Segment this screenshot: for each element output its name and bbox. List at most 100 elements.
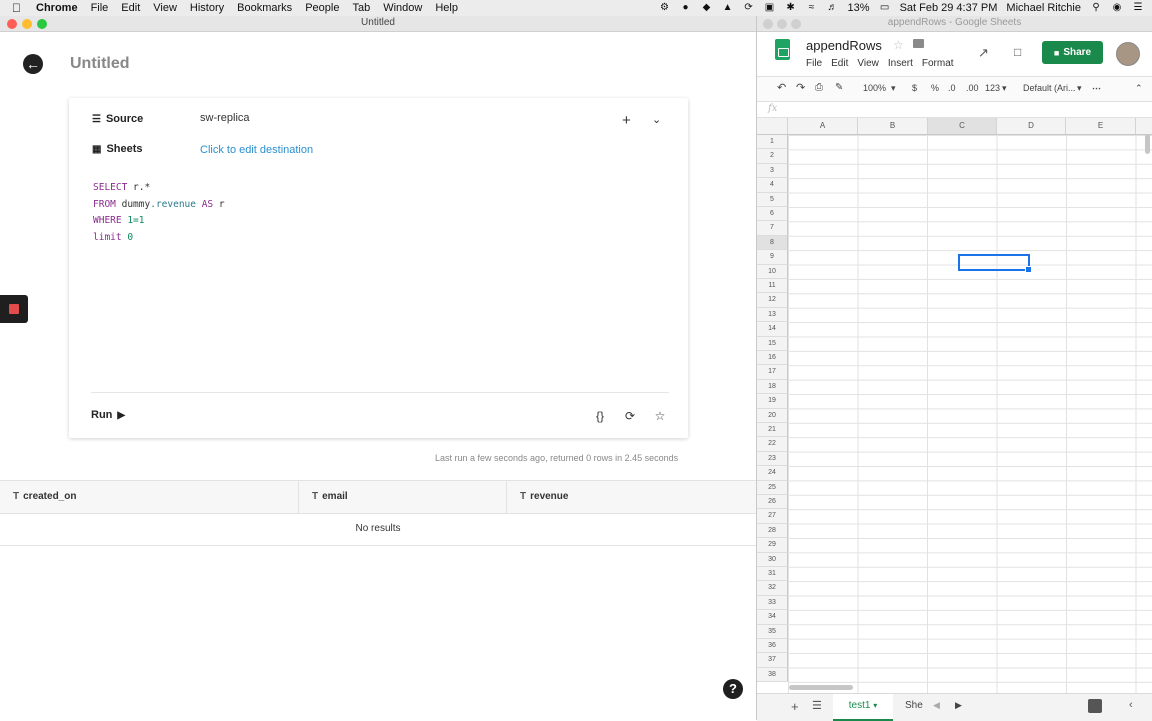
sheets-logo-icon[interactable]: [775, 39, 790, 60]
siri-icon[interactable]: ◉: [1111, 3, 1123, 13]
menu-window[interactable]: Window: [383, 2, 422, 14]
row-header[interactable]: 25: [757, 480, 788, 495]
record-icon[interactable]: ●: [680, 3, 692, 13]
sheets-menu-format[interactable]: Format: [922, 58, 954, 69]
row-header[interactable]: 38: [757, 667, 788, 683]
menu-view[interactable]: View: [153, 2, 177, 14]
number-format-select[interactable]: 123: [985, 83, 1000, 93]
document-title[interactable]: appendRows: [806, 38, 882, 53]
column-header[interactable]: D: [997, 118, 1066, 134]
dropbox-icon[interactable]: ◆: [701, 3, 713, 13]
row-header[interactable]: 18: [757, 379, 788, 395]
airplay-icon[interactable]: ▣: [764, 3, 776, 13]
paint-format-icon[interactable]: ✎: [835, 82, 843, 93]
row-header[interactable]: 23: [757, 451, 788, 467]
row-header[interactable]: 11: [757, 279, 788, 294]
stop-recording-button[interactable]: [0, 295, 28, 323]
selected-cell[interactable]: [958, 254, 1032, 273]
share-button[interactable]: ■ Share: [1042, 41, 1103, 64]
row-header[interactable]: 37: [757, 653, 788, 668]
run-button[interactable]: Run ▶: [91, 409, 125, 421]
back-arrow-button[interactable]: ←: [23, 54, 43, 74]
chevron-down-icon[interactable]: ⌄: [652, 113, 661, 126]
wifi-icon[interactable]: ≈: [806, 3, 818, 13]
edit-destination-link[interactable]: Click to edit destination: [200, 144, 313, 156]
row-header[interactable]: 28: [757, 523, 788, 539]
print-icon[interactable]: ⎙: [815, 82, 823, 93]
all-sheets-icon[interactable]: ☰: [812, 699, 822, 712]
row-header[interactable]: 4: [757, 178, 788, 193]
menu-people[interactable]: People: [305, 2, 339, 14]
row-header[interactable]: 24: [757, 466, 788, 481]
vertical-scrollbar[interactable]: [1145, 134, 1150, 154]
cell-area[interactable]: [788, 135, 1152, 693]
activity-trend-icon[interactable]: ↗: [978, 45, 989, 61]
sheets-menu-view[interactable]: View: [857, 58, 879, 69]
add-icon[interactable]: +: [622, 112, 631, 129]
row-header[interactable]: 36: [757, 639, 788, 654]
help-icon[interactable]: ?: [723, 679, 743, 699]
sheet-tab-other[interactable]: She: [905, 694, 927, 719]
row-header[interactable]: 6: [757, 207, 788, 222]
battery-icon[interactable]: ▭: [879, 3, 891, 13]
sheets-menu-file[interactable]: File: [806, 58, 822, 69]
menu-tab[interactable]: Tab: [352, 2, 370, 14]
chevron-down-icon[interactable]: ▾: [1077, 83, 1082, 94]
sheets-menu-insert[interactable]: Insert: [888, 58, 913, 69]
row-header[interactable]: 14: [757, 322, 788, 337]
menu-file[interactable]: File: [91, 2, 109, 14]
star-icon[interactable]: ☆: [652, 408, 668, 424]
row-header[interactable]: 1: [757, 135, 788, 150]
row-header[interactable]: 9: [757, 250, 788, 265]
chevron-left-icon[interactable]: ‹: [1129, 699, 1133, 711]
column-header[interactable]: A: [788, 118, 858, 134]
row-header[interactable]: 22: [757, 437, 788, 452]
notification-center-icon[interactable]: ☰: [1132, 3, 1144, 13]
row-header[interactable]: 29: [757, 538, 788, 553]
column-header-revenue[interactable]: Trevenue: [507, 481, 756, 513]
star-icon[interactable]: ☆: [893, 38, 904, 52]
row-header[interactable]: 35: [757, 624, 788, 639]
chevron-left-icon[interactable]: ◀: [933, 700, 940, 711]
page-title[interactable]: Untitled: [70, 55, 130, 73]
row-header[interactable]: 21: [757, 423, 788, 438]
formula-bar[interactable]: fx: [757, 101, 1152, 118]
column-header-created-on[interactable]: Tcreated_on: [0, 481, 299, 513]
menu-history[interactable]: History: [190, 2, 224, 14]
spreadsheet-grid[interactable]: A B C D E 1 2 3 4 5 6 7 8 9 10 11 12 13 14 15 16 17 18 19 2…: [757, 118, 1152, 693]
increase-decimal-button[interactable]: .00: [966, 83, 979, 93]
row-header[interactable]: 34: [757, 610, 788, 625]
chevron-right-icon[interactable]: ▶: [955, 700, 962, 711]
column-header[interactable]: C: [928, 118, 997, 134]
row-header[interactable]: 20: [757, 408, 788, 423]
font-family-select[interactable]: Default (Ari...: [1023, 83, 1076, 93]
row-header[interactable]: 2: [757, 149, 788, 164]
row-header[interactable]: 31: [757, 567, 788, 582]
menu-chrome[interactable]: Chrome: [36, 2, 78, 14]
format-braces-icon[interactable]: {}: [592, 408, 608, 424]
bluetooth-icon[interactable]: ✱: [785, 3, 797, 13]
add-sheet-icon[interactable]: +: [791, 699, 799, 714]
percent-format-button[interactable]: %: [931, 83, 939, 93]
refresh-icon[interactable]: ⟳: [622, 408, 638, 424]
horizontal-scrollbar[interactable]: [789, 685, 853, 690]
chevron-down-icon[interactable]: ▾: [891, 83, 896, 94]
zoom-select[interactable]: 100%: [863, 83, 886, 93]
row-header[interactable]: 26: [757, 495, 788, 510]
row-header[interactable]: 10: [757, 264, 788, 279]
currency-format-button[interactable]: $: [912, 83, 917, 93]
fill-handle[interactable]: [1025, 266, 1032, 273]
row-header[interactable]: 16: [757, 351, 788, 366]
sql-editor[interactable]: SELECT r.* FROM dummy.revenue AS r WHERE…: [93, 180, 225, 246]
undo-icon[interactable]: ↶: [777, 81, 786, 94]
row-header[interactable]: 33: [757, 595, 788, 611]
spotlight-search-icon[interactable]: ⚲: [1090, 3, 1102, 13]
row-header[interactable]: 15: [757, 336, 788, 351]
row-header[interactable]: 5: [757, 192, 788, 207]
sheet-tab-test1[interactable]: test1 ▾: [833, 694, 893, 721]
row-header[interactable]: 19: [757, 394, 788, 409]
menu-help[interactable]: Help: [435, 2, 458, 14]
collapse-toolbar-icon[interactable]: ⌃: [1135, 83, 1143, 94]
user-name[interactable]: Michael Ritchie: [1006, 2, 1081, 14]
sheets-menu-edit[interactable]: Edit: [831, 58, 848, 69]
